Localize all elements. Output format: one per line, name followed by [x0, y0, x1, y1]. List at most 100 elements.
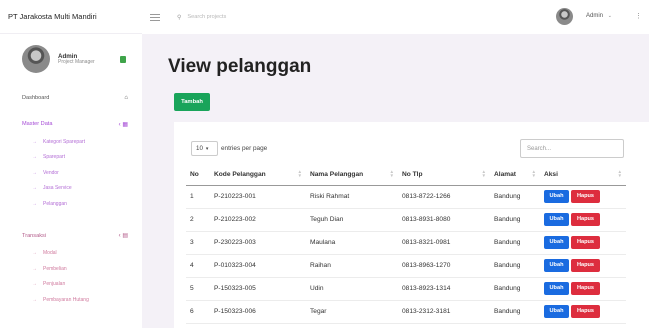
sidebar-item-jasa-service[interactable]: → Jasa Service	[0, 181, 142, 197]
sidebar-item-pembelian[interactable]: → Pembelian	[0, 261, 142, 277]
arrow-right-icon: →	[32, 250, 37, 257]
column-label: Aksi	[544, 170, 558, 178]
cell-no: 3	[186, 231, 210, 255]
sort-icon: ▲ ▼	[531, 169, 536, 178]
arrow-right-icon: →	[32, 281, 37, 288]
sidebar-item-sparepart[interactable]: → Sparepart	[0, 150, 142, 166]
column-label: Kode Pelanggan	[214, 170, 266, 178]
cell-nama: Tegar	[306, 300, 398, 324]
cell-aksi: Ubah Hapus	[540, 254, 626, 278]
sidebar-item-label: Sparepart	[43, 154, 65, 161]
cell-kode: P-010323-004	[210, 254, 306, 278]
sidebar-item-pelanggan[interactable]: → Pelanggan	[0, 196, 142, 212]
sidebar-item-modal[interactable]: → Modal	[0, 246, 142, 262]
arrow-right-icon: →	[32, 265, 37, 272]
table-row: 5 P-150323-005 Udin 0813-8923-1314 Bandu…	[186, 277, 626, 301]
cell-alamat: Bandung	[490, 277, 540, 301]
edit-button[interactable]: Ubah	[544, 236, 569, 249]
column-header-no[interactable]: No	[186, 164, 210, 186]
edit-button[interactable]: Ubah	[544, 282, 569, 295]
sidebar-item-vendor[interactable]: → Vendor	[0, 165, 142, 181]
sort-icon: ▲ ▼	[297, 169, 302, 178]
edit-button[interactable]: Ubah	[544, 213, 569, 226]
cell-kode: P-210223-002	[210, 208, 306, 232]
cell-no: 2	[186, 208, 210, 232]
sidebar-item-kategori-sparepart[interactable]: → Kategori Sparepart	[0, 134, 142, 150]
cell-aksi: Ubah Hapus	[540, 185, 626, 209]
cell-nama: Maulana	[306, 231, 398, 255]
sidebar-item-label: Penjualan	[43, 281, 66, 288]
arrow-right-icon: →	[32, 185, 37, 192]
arrow-right-icon: →	[32, 154, 37, 161]
more-vertical-icon[interactable]: ⋮	[635, 12, 642, 20]
cell-tlp: 0813-8931-8080	[398, 208, 490, 232]
column-header-nama-pelanggan[interactable]: Nama Pelanggan ▲ ▼	[306, 164, 398, 186]
table-row: 4 P-010323-004 Raihan 0813-8963-1270 Ban…	[186, 254, 626, 278]
table-row: 6 P-150323-006 Tegar 0813-2312-3181 Band…	[186, 300, 626, 324]
sort-icon: ▲ ▼	[617, 169, 622, 178]
hamburger-menu-icon[interactable]	[150, 13, 160, 21]
table-header-row: No Kode Pelanggan ▲ ▼ Nama Pelanggan ▲ ▼ No …	[186, 164, 626, 186]
user-menu[interactable]: Admin	[586, 13, 603, 19]
cell-kode: P-230223-003	[210, 231, 306, 255]
search-input[interactable]: Search projects	[187, 14, 226, 20]
sidebar-group-transaksi[interactable]: Transaksi ‹ ▤	[0, 226, 142, 246]
cell-tlp: 0813-8963-1270	[398, 254, 490, 278]
topbar: ⚲ Search projects Admin ⌄ ⋮	[142, 0, 649, 34]
chevron-down-icon: ‹ ▦	[118, 121, 128, 128]
table-card: 10 ▾ entries per page Search... No Kode …	[174, 122, 649, 328]
sidebar-group-label: Transaksi	[22, 232, 47, 239]
sidebar-item-label: Modal	[43, 250, 57, 257]
delete-button[interactable]: Hapus	[571, 259, 600, 272]
search-icon: ⚲	[177, 14, 182, 21]
column-header-no-tlp[interactable]: No Tlp ▲ ▼	[398, 164, 490, 186]
delete-button[interactable]: Hapus	[571, 236, 600, 249]
sidebar-item-dashboard[interactable]: Dashboard ⌂	[0, 88, 142, 108]
sidebar-item-label: Pembelian	[43, 265, 67, 272]
delete-button[interactable]: Hapus	[571, 190, 600, 203]
delete-button[interactable]: Hapus	[571, 282, 600, 295]
sidebar-item-pembayaran-hutang[interactable]: → Pembayaran Hutang	[0, 292, 142, 308]
cell-tlp: 0813-8923-1314	[398, 277, 490, 301]
cell-no: 6	[186, 300, 210, 324]
column-header-alamat[interactable]: Alamat ▲ ▼	[490, 164, 540, 186]
home-icon: ⌂	[124, 95, 128, 101]
app-brand[interactable]: PT Jarakosta Multi Mandiri	[0, 0, 142, 34]
user-avatar[interactable]	[556, 8, 573, 25]
edit-button[interactable]: Ubah	[544, 305, 569, 318]
page-title: View pelanggan	[168, 56, 312, 77]
edit-button[interactable]: Ubah	[544, 190, 569, 203]
sidebar-item-label: Kategori Sparepart	[43, 138, 85, 145]
cell-kode: P-210223-001	[210, 185, 306, 209]
cell-alamat: Bandung	[490, 185, 540, 209]
sidebar-group-master-data[interactable]: Master Data ‹ ▦	[0, 114, 142, 134]
table-search-input[interactable]: Search...	[520, 139, 624, 158]
cell-alamat: Bandung	[490, 300, 540, 324]
profile-card: Admin Project Manager	[0, 34, 142, 84]
cell-kode: P-150323-006	[210, 300, 306, 324]
sidebar-item-label: Jasa Service	[43, 185, 72, 192]
edit-button[interactable]: Ubah	[544, 259, 569, 272]
sidebar-item-penjualan[interactable]: → Penjualan	[0, 277, 142, 293]
chevron-down-icon[interactable]: ⌄	[608, 13, 612, 19]
cell-aksi: Ubah Hapus	[540, 277, 626, 301]
cell-nama: Riski Rahmat	[306, 185, 398, 209]
delete-button[interactable]: Hapus	[571, 305, 600, 318]
sidebar: PT Jarakosta Multi Mandiri Admin Project…	[0, 0, 142, 328]
sidebar-group-label: Master Data	[22, 121, 53, 127]
cell-tlp: 0813-2312-3181	[398, 300, 490, 324]
sort-icon: ▲ ▼	[481, 169, 486, 178]
sort-icon: ▲ ▼	[389, 169, 394, 178]
entries-per-page-select[interactable]: 10 ▾	[191, 141, 218, 156]
sidebar-item-label: Pembayaran Hutang	[43, 296, 89, 303]
column-label: No	[190, 170, 199, 178]
cell-aksi: Ubah Hapus	[540, 208, 626, 232]
column-header-kode-pelanggan[interactable]: Kode Pelanggan ▲ ▼	[210, 164, 306, 186]
column-label: Alamat	[494, 170, 516, 178]
column-header-aksi[interactable]: Aksi ▲ ▼	[540, 164, 626, 186]
table-row: 2 P-210223-002 Teguh Dian 0813-8931-8080…	[186, 208, 626, 232]
delete-button[interactable]: Hapus	[571, 213, 600, 226]
add-customer-button[interactable]: Tambah	[174, 93, 210, 111]
table-row: 1 P-210223-001 Riski Rahmat 0813-8722-12…	[186, 185, 626, 209]
customer-table: No Kode Pelanggan ▲ ▼ Nama Pelanggan ▲ ▼ No …	[186, 164, 626, 324]
